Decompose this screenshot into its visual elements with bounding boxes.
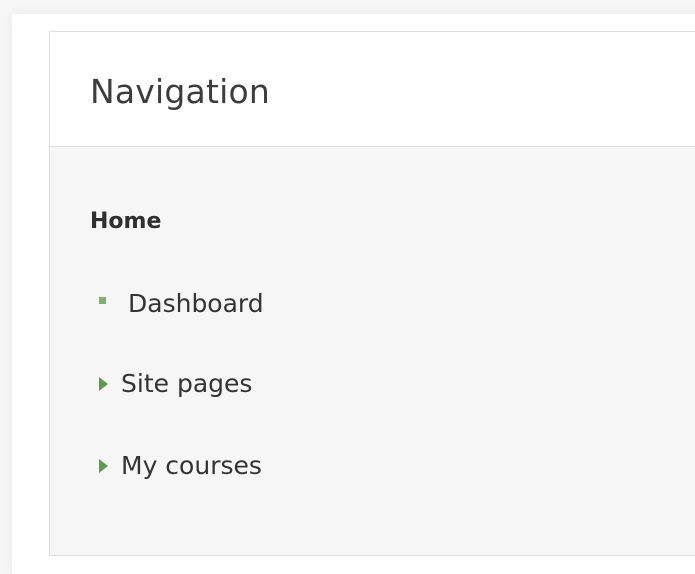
navigation-title: Navigation [90,72,270,111]
navigation-block: Navigation Home Dashboard Site pages My … [49,31,695,556]
square-bullet-icon [99,296,106,304]
caret-right-icon[interactable] [99,459,108,473]
nav-item-site-pages[interactable]: Site pages [90,369,252,399]
nav-item-dashboard-label[interactable]: Dashboard [128,289,264,319]
nav-item-site-pages-label[interactable]: Site pages [121,369,252,399]
nav-item-my-courses-label[interactable]: My courses [121,451,262,481]
home-link[interactable]: Home [90,209,161,235]
navigation-block-header: Navigation [50,32,695,147]
caret-right-icon[interactable] [99,377,108,391]
nav-item-dashboard[interactable]: Dashboard [90,289,264,319]
nav-item-my-courses[interactable]: My courses [90,451,262,481]
navigation-block-body: Home Dashboard Site pages My courses [50,147,695,555]
